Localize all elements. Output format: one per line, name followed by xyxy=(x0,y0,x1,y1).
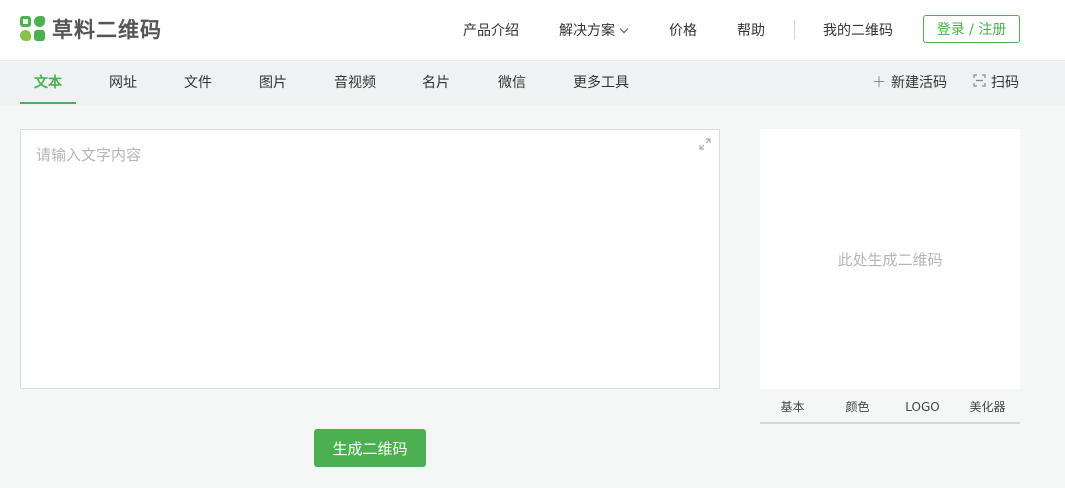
tab-file[interactable]: 文件 xyxy=(184,62,212,105)
type-tab-bar: 文本 网址 文件 图片 音视频 名片 微信 更多工具 ＋ 新建活码 扫码 xyxy=(0,62,1065,105)
nav-help[interactable]: 帮助 xyxy=(737,20,765,40)
option-tab-beautifier[interactable]: 美化器 xyxy=(955,394,1020,422)
tab-text[interactable]: 文本 xyxy=(34,62,62,105)
logo-icon xyxy=(20,16,46,42)
option-tab-logo[interactable]: LOGO xyxy=(890,394,955,422)
scan-button[interactable]: 扫码 xyxy=(973,62,1019,105)
chevron-down-icon xyxy=(619,24,629,34)
tab-business-card[interactable]: 名片 xyxy=(422,62,450,105)
option-tab-basic[interactable]: 基本 xyxy=(760,394,825,422)
preview-placeholder: 此处生成二维码 xyxy=(837,250,943,269)
nav-solutions-label: 解决方案 xyxy=(559,23,615,39)
nav-product-intro[interactable]: 产品介绍 xyxy=(463,20,519,40)
nav-solutions[interactable]: 解决方案 xyxy=(559,20,629,40)
tab-wechat[interactable]: 微信 xyxy=(498,62,526,105)
scan-icon xyxy=(973,62,986,105)
expand-icon[interactable] xyxy=(699,138,711,150)
top-header: 草料二维码 产品介绍 解决方案 价格 帮助 我的二维码 登录 / 注册 xyxy=(0,0,1065,61)
tab-more-tools[interactable]: 更多工具 xyxy=(573,62,629,105)
nav-my-qrcodes[interactable]: 我的二维码 xyxy=(823,20,893,40)
tab-image[interactable]: 图片 xyxy=(259,62,287,105)
qrcode-preview: 此处生成二维码 xyxy=(760,129,1020,389)
logo-text: 草料二维码 xyxy=(52,18,162,42)
tab-audio-video[interactable]: 音视频 xyxy=(334,62,376,105)
nav-divider xyxy=(794,20,795,39)
logo[interactable]: 草料二维码 xyxy=(20,14,162,44)
plus-icon: ＋ xyxy=(872,75,886,91)
nav-pricing[interactable]: 价格 xyxy=(669,20,697,40)
scan-label: 扫码 xyxy=(991,75,1019,91)
new-dynamic-code-label: 新建活码 xyxy=(891,75,947,91)
generate-qrcode-button[interactable]: 生成二维码 xyxy=(314,429,426,467)
option-tab-color[interactable]: 颜色 xyxy=(825,394,890,422)
style-option-tabs: 基本 颜色 LOGO 美化器 xyxy=(760,394,1020,424)
active-tab-indicator xyxy=(20,102,76,104)
login-register-button[interactable]: 登录 / 注册 xyxy=(923,15,1020,43)
tab-url[interactable]: 网址 xyxy=(109,62,137,105)
new-dynamic-code-button[interactable]: ＋ 新建活码 xyxy=(872,62,947,105)
text-input-panel xyxy=(20,129,720,389)
text-content-input[interactable] xyxy=(21,130,719,388)
